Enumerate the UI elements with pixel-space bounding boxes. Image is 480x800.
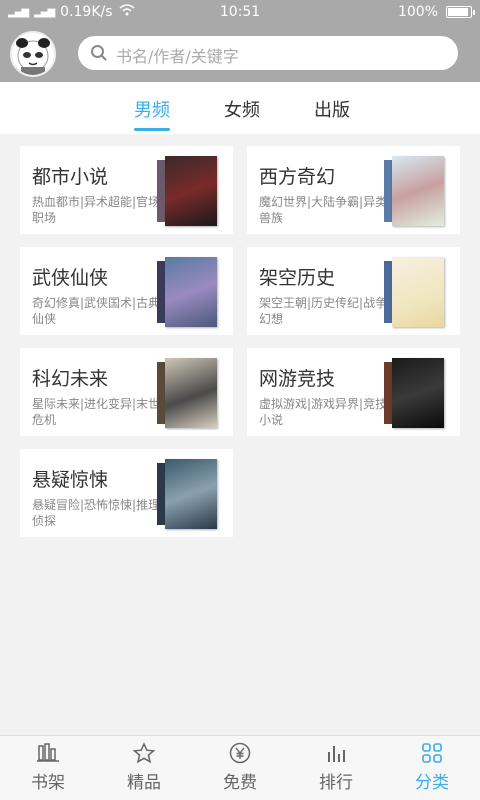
status-bar: ▂▄▆ ▂▄▆ 0.19K/s 10:51 100% <box>0 0 480 26</box>
category-subtitle: 虚拟游戏|游戏异界|竞技小说 <box>259 397 388 427</box>
channel-tabs: 男频 女频 出版 <box>0 82 480 134</box>
category-subtitle: 魔幻世界|大陆争霸|异类兽族 <box>259 195 388 225</box>
bookshelf-icon <box>37 743 59 762</box>
category-card-gaming[interactable]: 网游竞技 虚拟游戏|游戏异界|竞技小说 <box>247 348 460 436</box>
book-cover-image <box>384 257 448 327</box>
bottom-navigation: 书架 精品 免费 排行 分类 <box>0 735 480 800</box>
book-cover-image <box>157 459 221 529</box>
category-card-wuxia[interactable]: 武侠仙侠 奇幻修真|武侠国术|古典仙侠 <box>20 247 233 335</box>
tab-active-indicator <box>134 128 170 131</box>
category-title: 架空历史 <box>259 267 336 289</box>
category-title: 西方奇幻 <box>259 166 336 188</box>
category-card-urban[interactable]: 都市小说 热血都市|异术超能|官场职场 <box>20 146 233 234</box>
category-card-scifi[interactable]: 科幻未来 星际未来|进化变异|末世危机 <box>20 348 233 436</box>
search-box[interactable]: 书名/作者/关键字 <box>78 36 458 70</box>
search-icon <box>90 44 108 66</box>
tab-female-label: 女频 <box>224 100 260 121</box>
nav-category-label: 分类 <box>415 773 449 793</box>
user-avatar[interactable] <box>10 31 56 77</box>
category-card-history[interactable]: 架空历史 架空王朝|历史传纪|战争幻想 <box>247 247 460 335</box>
category-subtitle: 悬疑冒险|恐怖惊悚|推理侦探 <box>32 498 161 528</box>
category-title: 都市小说 <box>32 166 109 188</box>
nav-bookshelf-label: 书架 <box>31 773 65 793</box>
tab-publish-label: 出版 <box>314 100 350 121</box>
panda-avatar-icon <box>16 38 50 75</box>
bar-chart-icon <box>328 746 345 762</box>
nav-ranking-label: 排行 <box>319 773 353 793</box>
nav-category[interactable]: 分类 <box>384 742 480 793</box>
category-subtitle: 星际未来|进化变异|末世危机 <box>32 397 161 427</box>
category-card-suspense[interactable]: 悬疑惊悚 悬疑冒险|恐怖惊悚|推理侦探 <box>20 449 233 537</box>
nav-premium-label: 精品 <box>127 773 161 793</box>
battery-text: 100% <box>397 4 438 20</box>
app-header: 书名/作者/关键字 <box>0 26 480 82</box>
category-title: 科幻未来 <box>32 368 109 390</box>
nav-ranking[interactable]: 排行 <box>288 742 384 793</box>
yen-coin-icon <box>229 742 251 764</box>
book-cover-image <box>157 358 221 428</box>
tab-publish[interactable]: 出版 <box>314 96 350 122</box>
nav-bookshelf[interactable]: 书架 <box>0 742 96 793</box>
book-cover-image <box>384 156 448 226</box>
book-cover-image <box>157 156 221 226</box>
search-placeholder: 书名/作者/关键字 <box>116 47 239 66</box>
category-subtitle: 热血都市|异术超能|官场职场 <box>32 195 161 225</box>
battery-icon <box>446 6 475 18</box>
category-title: 悬疑惊悚 <box>32 469 109 491</box>
category-card-western-fantasy[interactable]: 西方奇幻 魔幻世界|大陆争霸|异类兽族 <box>247 146 460 234</box>
tab-male-label: 男频 <box>134 100 170 121</box>
category-title: 武侠仙侠 <box>32 267 109 289</box>
category-title: 网游竞技 <box>259 368 336 390</box>
tab-male[interactable]: 男频 <box>134 96 170 131</box>
nav-premium[interactable]: 精品 <box>96 742 192 793</box>
nav-free-label: 免费 <box>223 773 257 793</box>
book-cover-image <box>157 257 221 327</box>
star-icon <box>132 742 156 764</box>
grid-icon <box>422 743 442 763</box>
category-subtitle: 架空王朝|历史传纪|战争幻想 <box>259 296 388 326</box>
category-subtitle: 奇幻修真|武侠国术|古典仙侠 <box>32 296 161 326</box>
nav-free[interactable]: 免费 <box>192 742 288 793</box>
book-cover-image <box>384 358 448 428</box>
tab-female[interactable]: 女频 <box>224 96 260 122</box>
